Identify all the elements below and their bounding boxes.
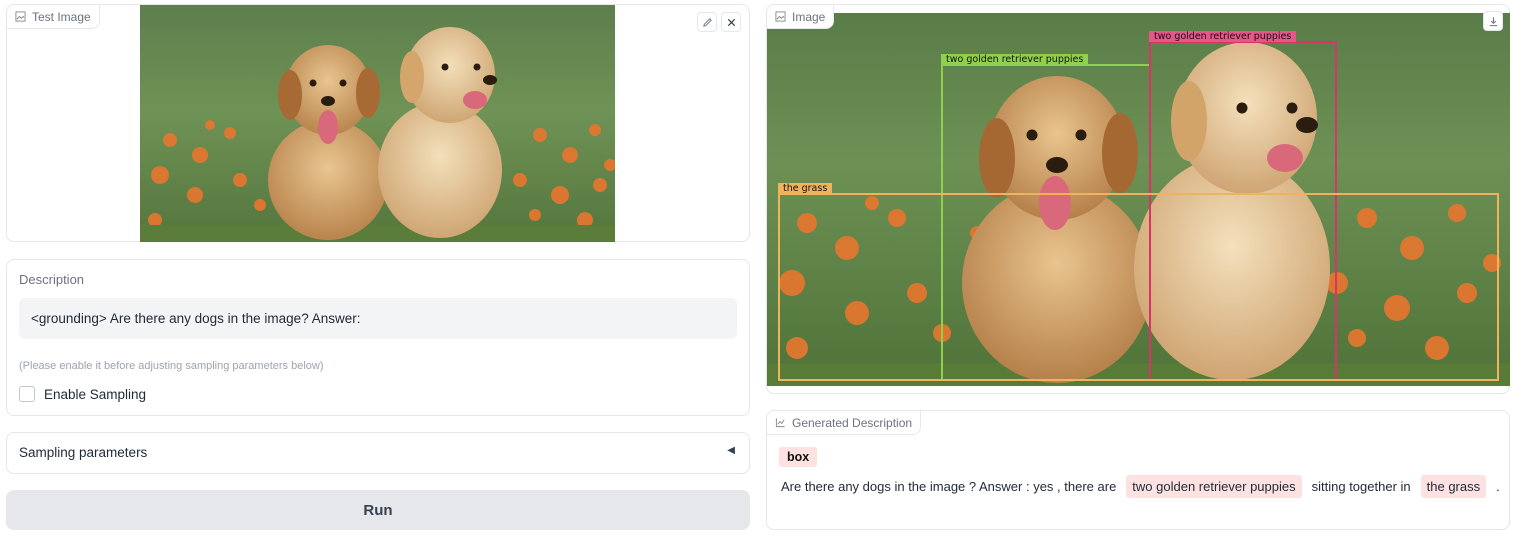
output-image-label: Image (767, 5, 835, 29)
close-icon (727, 18, 735, 26)
description-label: Description (19, 272, 85, 287)
caret-left-icon[interactable]: ◀ (727, 445, 735, 456)
enable-sampling-row[interactable]: Enable Sampling (19, 386, 146, 402)
sampling-parameters-accordion[interactable]: Sampling parameters ◀ (6, 432, 750, 474)
generated-text: Are there any dogs in the image ? Answer… (777, 475, 1504, 498)
description-input[interactable]: <grounding> Are there any dogs in the im… (19, 298, 737, 339)
test-image[interactable] (140, 5, 615, 242)
text-segment: sitting together in (1311, 479, 1411, 494)
run-button[interactable]: Run (6, 490, 750, 530)
text-segment: Are there any dogs in the image ? Answer… (781, 479, 1117, 494)
entity-tag: box (779, 447, 818, 467)
sampling-parameters-label: Sampling parameters (19, 445, 148, 460)
close-button[interactable] (721, 12, 741, 32)
description-panel: Description <grounding> Are there any do… (6, 259, 750, 416)
chart-icon (775, 418, 785, 428)
image-icon (775, 11, 786, 22)
output-image-panel: Image two golden retriever puppies two g… (766, 4, 1510, 394)
bbox-label-grass: the grass (778, 183, 833, 194)
generated-description-label: Generated Description (767, 411, 922, 435)
download-icon (1489, 16, 1497, 26)
test-image-panel: Test Image (6, 4, 750, 242)
bbox-grass (778, 193, 1499, 381)
highlighted-entity: two golden retriever puppies (1126, 475, 1302, 498)
download-button[interactable] (1483, 11, 1503, 31)
generated-description-panel: Generated Description box Are there any … (766, 410, 1510, 530)
edit-icon (702, 17, 712, 27)
text-segment: . (1496, 479, 1500, 494)
enable-sampling-checkbox[interactable] (19, 386, 35, 402)
image-icon (15, 11, 26, 22)
edit-button[interactable] (697, 12, 717, 32)
test-image-label: Test Image (7, 5, 100, 29)
bbox-label-puppy-right: two golden retriever puppies (1149, 31, 1297, 42)
bbox-label-puppy-left: two golden retriever puppies (941, 54, 1089, 65)
highlighted-entity: the grass (1420, 475, 1487, 498)
sampling-hint: (Please enable it before adjusting sampl… (19, 360, 324, 372)
enable-sampling-label: Enable Sampling (44, 386, 147, 402)
